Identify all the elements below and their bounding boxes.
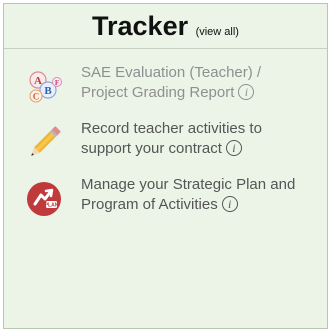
tracker-panel: Tracker (view all) A B C F SAE Evaluatio… [3, 3, 328, 329]
item-line1: Manage your Strategic Plan and [81, 176, 296, 193]
pencil-icon [31, 126, 61, 156]
tracker-title: Tracker [92, 11, 189, 41]
svg-text:C: C [33, 92, 40, 102]
item-line2: Project Grading Report [81, 84, 235, 101]
teacher-activities-text: Record teacher activities to support you… [81, 119, 321, 159]
plan-icon: PLAN [27, 182, 61, 216]
svg-text:PLAN: PLAN [45, 203, 59, 209]
info-icon[interactable]: i [238, 84, 255, 100]
abc-blocks-icon: A B C F [29, 71, 62, 103]
tracker-header: Tracker (view all) [4, 4, 327, 49]
item-line1: SAE Evaluation (Teacher) / [81, 64, 262, 81]
svg-text:F: F [55, 79, 59, 87]
tracker-list: A B C F SAE Evaluation (Teacher) / Proje… [4, 49, 327, 217]
svg-text:B: B [44, 85, 52, 97]
sae-evaluation-item[interactable]: A B C F SAE Evaluation (Teacher) / Proje… [4, 63, 327, 105]
strategic-plan-item[interactable]: PLAN Manage your Strategic Plan and Prog… [4, 175, 327, 217]
strategic-plan-text: Manage your Strategic Plan and Program o… [81, 175, 321, 215]
item-line1: Record teacher activities to [81, 120, 262, 137]
info-icon[interactable]: i [225, 140, 242, 156]
item-line2: Program of Activities [81, 196, 218, 213]
teacher-activities-item[interactable]: Record teacher activities to support you… [4, 119, 327, 161]
info-icon[interactable]: i [221, 196, 238, 212]
item-line2: support your contract [81, 140, 222, 157]
view-all-link[interactable]: (view all) [196, 26, 239, 38]
svg-text:A: A [34, 75, 42, 87]
sae-evaluation-text: SAE Evaluation (Teacher) / Project Gradi… [81, 63, 321, 103]
